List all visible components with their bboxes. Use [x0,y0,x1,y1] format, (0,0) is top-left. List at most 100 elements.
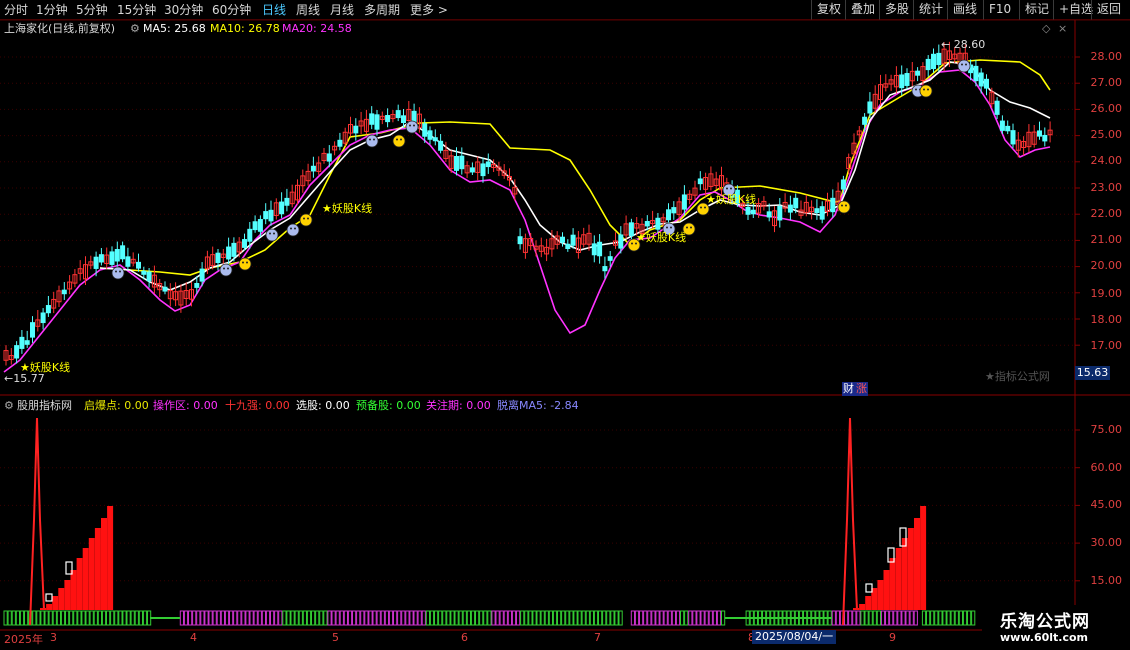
candle-body [242,239,247,248]
y-tick: 17.00 [1090,339,1123,352]
x-tick: 6 [461,631,468,644]
y-tick: 26.00 [1090,102,1123,115]
face-eye-icon [242,261,244,264]
signal-bar [339,610,344,626]
signal-bar [503,610,508,626]
signal-bar [569,610,574,626]
high-price-value: 28.60 [953,38,986,51]
diamond-icon[interactable]: ◇ [1042,22,1050,36]
indicator-name: 股朋指标网 [17,399,72,412]
signal-block [907,528,914,610]
candle-body [1037,130,1042,137]
signal-bar [852,610,857,626]
brand-url: www.60lt.com [1000,631,1089,644]
signal-bar [602,610,607,626]
face-eye-icon [223,267,225,270]
signal-block [877,580,884,610]
spike-line [842,417,858,626]
settings-gear-icon[interactable]: ⚙ [4,399,14,413]
candle-body [681,194,687,210]
signal-bar [663,610,668,626]
candle-body [628,222,634,237]
signal-bar [712,610,717,626]
y-tick: 19.00 [1090,287,1123,300]
face-eye-icon [290,227,292,230]
indicator-caozuoqu: 操作区: 0.00 [153,399,218,412]
signal-bar [897,610,902,626]
face-eye-icon [927,88,929,91]
pattern-label: ★妖股K线 [20,361,71,374]
rise-badge[interactable]: 涨 [855,382,868,396]
candle-body [862,116,868,125]
signal-bar [585,610,590,626]
face-eye-icon [273,232,275,235]
face-eye-icon [690,226,692,229]
signal-bar [643,610,648,626]
stock-title: 上海家化(日线,前复权) [4,22,116,35]
signal-block [853,608,859,610]
signal-bar [208,610,213,626]
signal-block [52,596,59,610]
close-panel-icon[interactable]: × [1058,22,1067,36]
candle-body [999,120,1005,131]
signal-bar [118,610,123,626]
candle-body [114,249,120,262]
indicator-tuoli-ma5: 脱离MA5: -2.84 [497,399,579,412]
signal-bar [618,610,623,626]
signal-bar [880,610,886,626]
signal-bar [261,610,266,626]
signal-bar [265,610,271,626]
settings-gear-icon[interactable]: ⚙ [130,22,140,36]
signal-bar [921,610,927,626]
signal-bar [401,610,406,626]
signal-bar [56,610,61,626]
brand-block: 乐淘公式网 www.60lt.com [982,605,1130,650]
signal-bar [15,610,20,626]
face-eye-icon [700,206,702,209]
signal-bar [454,610,459,626]
face-eye-icon [631,242,633,245]
signal-block [883,570,890,610]
signal-bar [306,610,312,626]
signal-bar [319,610,324,626]
kline-chart[interactable] [0,0,1130,650]
signal-bar [598,610,603,626]
candle-body [427,130,433,140]
signal-bar [466,610,471,626]
signal-bar [253,610,258,626]
signal-bar [413,610,418,626]
y-tick: 27.00 [1090,76,1123,89]
signal-bar [126,610,131,626]
candle-body [591,243,597,256]
signal-bar [671,610,676,626]
finance-badge[interactable]: 财 [842,382,855,396]
candle-body [422,123,428,137]
face-icon [219,263,233,277]
signal-bar [552,610,558,626]
candle-body [973,65,979,82]
signal-bar [97,610,103,626]
signal-block [914,518,920,610]
high-price-marker: ← 28.60 [941,38,985,52]
candle-body [263,211,269,220]
signal-bar [573,610,578,626]
brand-name: 乐淘公式网 [1000,612,1090,632]
candle-body [257,219,263,232]
candle-body [231,242,237,257]
signal-bar [298,610,303,626]
signal-bar [450,610,455,626]
signal-bar [942,610,947,626]
y-tick: 21.00 [1090,233,1123,246]
x-tick: 2025年 [4,633,43,646]
signal-bar [511,610,517,626]
signal-bar [516,610,521,626]
signal-bar [73,610,78,626]
signal-bar [872,610,877,626]
candle-body [480,163,486,177]
candle-body [570,234,576,246]
signal-bar [179,610,185,626]
signal-bar [954,610,959,626]
ma20-line [3,69,1051,373]
signal-bar [311,610,316,626]
ma20-label: MA20: 24.58 [282,22,352,35]
